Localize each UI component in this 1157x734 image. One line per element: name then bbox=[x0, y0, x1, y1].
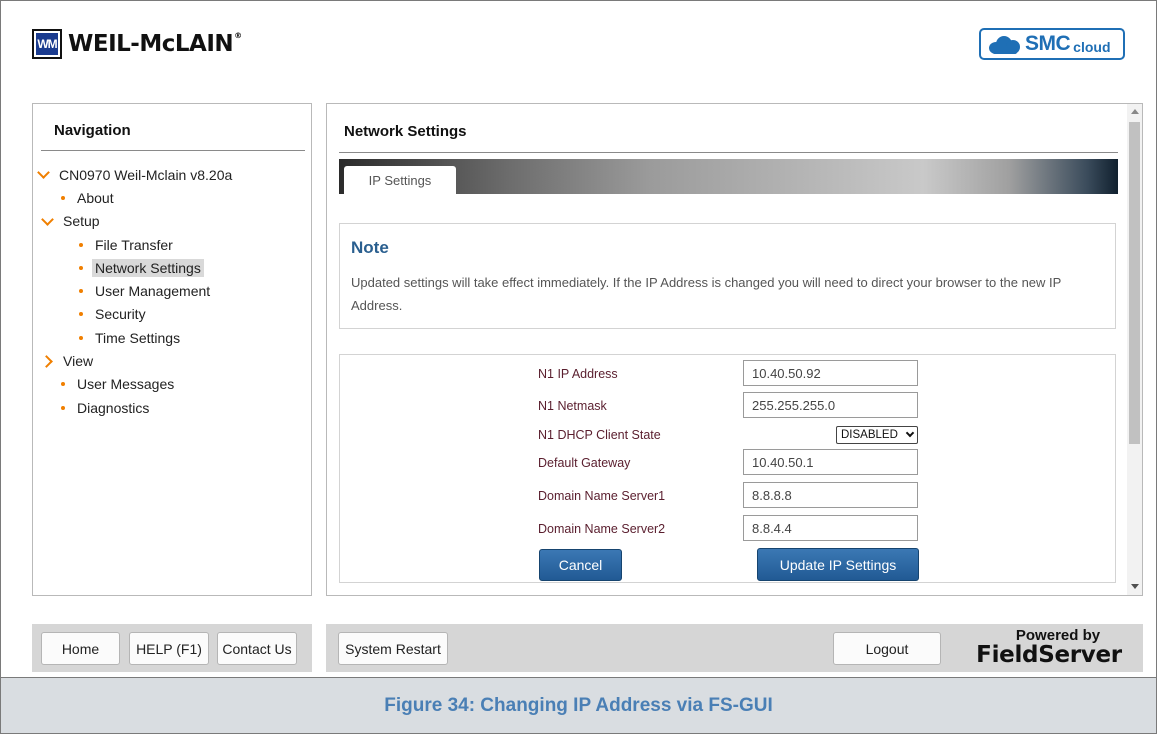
divider bbox=[339, 152, 1118, 153]
contact-us-button[interactable]: Contact Us bbox=[217, 632, 297, 665]
weil-mclain-logo: WM WEIL-McLAIN® bbox=[32, 28, 242, 60]
smc-cloud-button[interactable]: SMC cloud bbox=[979, 28, 1125, 60]
nav-item-file-transfer[interactable]: File Transfer bbox=[37, 233, 311, 256]
ip-address-row: N1 IP Address 10.40.50.92 bbox=[340, 360, 1117, 388]
tab-ip-settings[interactable]: IP Settings bbox=[344, 166, 456, 194]
cloud-text: cloud bbox=[1073, 38, 1111, 55]
scrollbar[interactable] bbox=[1127, 104, 1142, 595]
dns1-row: Domain Name Server1 8.8.8.8 bbox=[340, 482, 1117, 510]
figure-caption: Figure 34: Changing IP Address via FS-GU… bbox=[384, 695, 773, 716]
scrollbar-thumb[interactable] bbox=[1129, 122, 1140, 444]
home-button[interactable]: Home bbox=[41, 632, 120, 665]
nav-item-about[interactable]: About bbox=[37, 186, 311, 209]
chevron-right-icon[interactable] bbox=[41, 355, 54, 368]
logo-text: WEIL-McLAIN® bbox=[68, 31, 242, 57]
chevron-down-icon[interactable] bbox=[37, 168, 50, 181]
logout-button[interactable]: Logout bbox=[833, 632, 941, 665]
bullet-icon bbox=[79, 312, 83, 317]
bullet-icon bbox=[79, 242, 83, 247]
nav-item-user-management[interactable]: User Management bbox=[37, 279, 311, 302]
cancel-button[interactable]: Cancel bbox=[539, 549, 622, 581]
bullet-icon bbox=[61, 195, 65, 200]
ip-address-input[interactable]: 10.40.50.92 bbox=[743, 360, 918, 386]
nav-item-network-settings[interactable]: Network Settings bbox=[37, 256, 311, 279]
scroll-down-icon[interactable] bbox=[1131, 584, 1139, 589]
nav-tree: CN0970 Weil-Mclain v8.20a About Setup Fi… bbox=[33, 151, 311, 419]
update-ip-settings-button[interactable]: Update IP Settings bbox=[757, 548, 919, 581]
note-title: Note bbox=[351, 238, 389, 257]
system-restart-button[interactable]: System Restart bbox=[338, 632, 448, 665]
dns2-label: Domain Name Server2 bbox=[538, 522, 666, 536]
chevron-down-icon[interactable] bbox=[41, 215, 54, 228]
note-box: Note Updated settings will take effect i… bbox=[339, 223, 1116, 329]
smc-text: SMC bbox=[1025, 32, 1071, 55]
dhcp-label: N1 DHCP Client State bbox=[538, 428, 661, 442]
gateway-row: Default Gateway 10.40.50.1 bbox=[340, 449, 1117, 477]
nav-item-security[interactable]: Security bbox=[37, 303, 311, 326]
dns1-label: Domain Name Server1 bbox=[538, 489, 666, 503]
scroll-up-icon[interactable] bbox=[1131, 109, 1139, 114]
nav-item-root[interactable]: CN0970 Weil-Mclain v8.20a bbox=[37, 163, 311, 186]
chevron-down-icon bbox=[905, 428, 915, 438]
caption-bar: Figure 34: Changing IP Address via FS-GU… bbox=[1, 677, 1156, 733]
bullet-icon bbox=[61, 405, 65, 410]
nav-item-diagnostics[interactable]: Diagnostics bbox=[37, 396, 311, 419]
fieldserver-text: FieldServer bbox=[976, 642, 1122, 668]
note-body: Updated settings will take effect immedi… bbox=[351, 275, 1062, 313]
ip-settings-form: N1 IP Address 10.40.50.92 N1 Netmask 255… bbox=[339, 354, 1116, 583]
footer-left-bar: Home HELP (F1) Contact Us bbox=[32, 624, 312, 672]
nav-item-user-messages[interactable]: User Messages bbox=[37, 373, 311, 396]
page-title: Network Settings bbox=[344, 123, 467, 140]
netmask-label: N1 Netmask bbox=[538, 399, 607, 413]
nav-item-setup[interactable]: Setup bbox=[37, 210, 311, 233]
dns2-row: Domain Name Server2 8.8.4.4 bbox=[340, 515, 1117, 543]
bullet-icon bbox=[79, 265, 83, 270]
netmask-row: N1 Netmask 255.255.255.0 bbox=[340, 392, 1117, 420]
bullet-icon bbox=[79, 335, 83, 340]
gateway-label: Default Gateway bbox=[538, 456, 631, 470]
ip-address-label: N1 IP Address bbox=[538, 367, 618, 381]
gateway-input[interactable]: 10.40.50.1 bbox=[743, 449, 918, 475]
navigation-panel: Navigation CN0970 Weil-Mclain v8.20a Abo… bbox=[32, 103, 312, 596]
nav-item-view[interactable]: View bbox=[37, 349, 311, 372]
main-panel: Network Settings IP Settings Note Update… bbox=[326, 103, 1143, 596]
cloud-icon bbox=[989, 34, 1021, 54]
netmask-input[interactable]: 255.255.255.0 bbox=[743, 392, 918, 418]
dns1-input[interactable]: 8.8.8.8 bbox=[743, 482, 918, 508]
dhcp-row: N1 DHCP Client State DISABLED bbox=[340, 423, 1117, 451]
navigation-title: Navigation bbox=[54, 122, 131, 139]
wm-logo-icon: WM bbox=[32, 29, 62, 59]
nav-item-time-settings[interactable]: Time Settings bbox=[37, 326, 311, 349]
bullet-icon bbox=[79, 289, 83, 294]
dhcp-select[interactable]: DISABLED bbox=[836, 426, 918, 444]
bullet-icon bbox=[61, 382, 65, 387]
dns2-input[interactable]: 8.8.4.4 bbox=[743, 515, 918, 541]
powered-by-fieldserver-logo: Powered by FieldServer bbox=[974, 627, 1124, 677]
help-button[interactable]: HELP (F1) bbox=[129, 632, 209, 665]
